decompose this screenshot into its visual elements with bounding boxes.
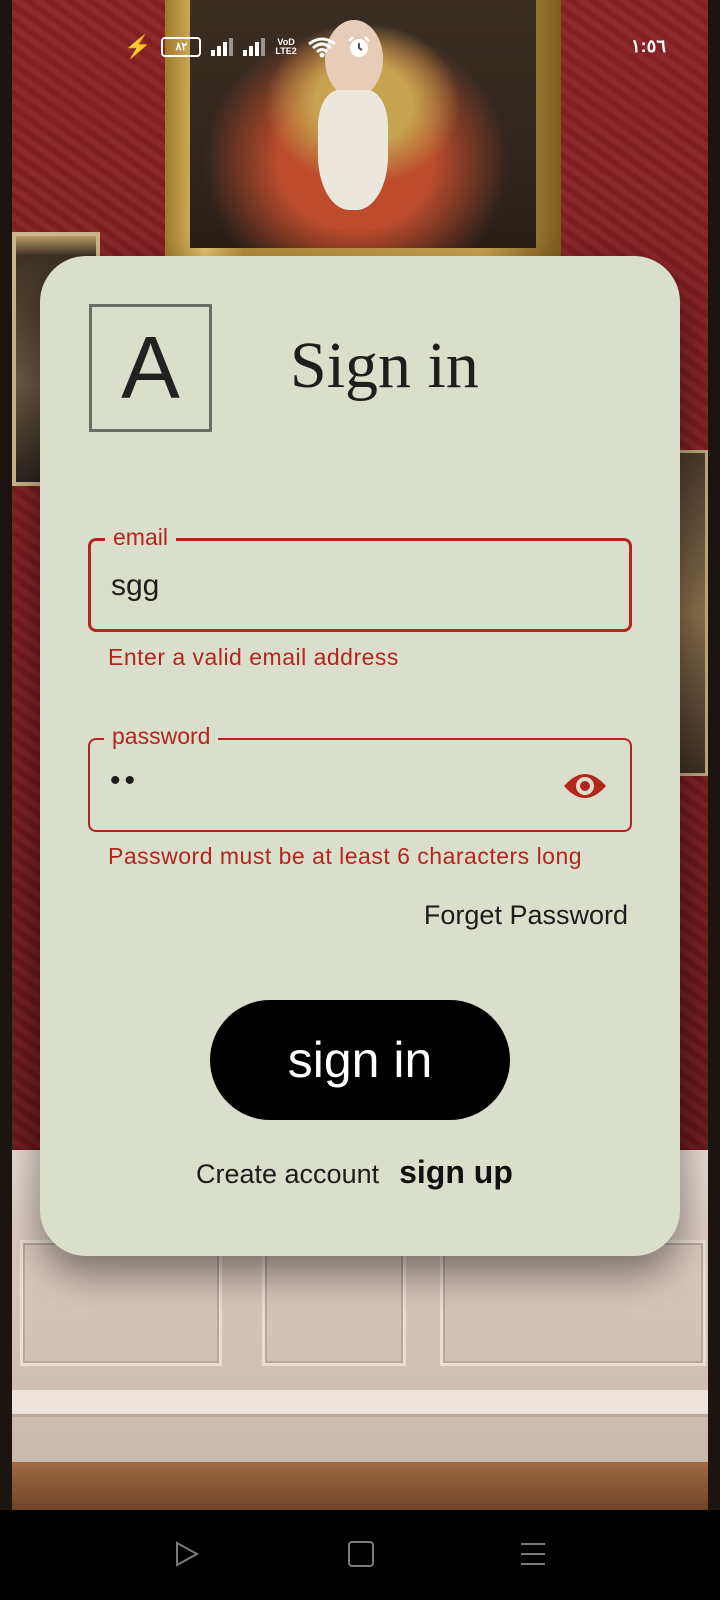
password-error-message: Password must be at least 6 characters l… — [108, 843, 583, 869]
wall-panel — [262, 1240, 406, 1366]
status-bar: ⚡ ٨٢ VoD LTE2 ١:٥٦ — [0, 0, 720, 90]
portrait-jabot — [318, 90, 388, 210]
volte-icon: VoD LTE2 — [275, 38, 296, 56]
create-account-text: Create account — [196, 1159, 380, 1189]
sign-up-link[interactable]: sign up — [399, 1154, 513, 1191]
app-logo: A — [89, 304, 212, 432]
page-title: Sign in — [290, 329, 479, 402]
floor — [12, 1462, 708, 1510]
screen-edge-left — [0, 0, 12, 1510]
email-error-message: Enter a valid email address — [108, 644, 399, 670]
signal-icon — [243, 38, 266, 56]
email-field-label: email — [105, 524, 176, 551]
email-field[interactable]: email sgg — [88, 524, 632, 632]
signal-icon — [211, 38, 234, 56]
password-field-label: password — [104, 723, 219, 750]
menu-icon[interactable] — [520, 1541, 546, 1567]
eye-icon[interactable] — [562, 768, 608, 804]
password-field[interactable]: password •• — [88, 723, 632, 832]
email-input[interactable]: sgg — [111, 569, 159, 603]
navigation-bar — [0, 1510, 720, 1600]
volte-label-bottom: LTE2 — [275, 46, 297, 56]
charging-icon: ⚡ — [124, 34, 152, 59]
create-account-row: Create account sign up — [196, 1154, 513, 1191]
chair-rail — [12, 1390, 708, 1414]
forget-password-link[interactable]: Forget Password — [424, 900, 628, 931]
back-icon[interactable] — [174, 1540, 200, 1568]
alarm-icon — [347, 36, 370, 57]
sign-in-button[interactable]: sign in — [210, 1000, 510, 1120]
wifi-icon — [307, 37, 336, 58]
password-input[interactable]: •• — [110, 764, 139, 798]
wall-panel — [20, 1240, 222, 1366]
status-time: ١:٥٦ — [631, 36, 666, 56]
sign-in-card: A Sign in email sgg Enter a valid email … — [40, 256, 680, 1256]
home-icon[interactable] — [348, 1541, 374, 1567]
status-icons: ⚡ ٨٢ VoD LTE2 — [124, 34, 371, 60]
wall-panel — [440, 1240, 706, 1366]
screen-edge-right — [708, 0, 720, 1510]
battery-icon: ٨٢ — [161, 37, 202, 57]
